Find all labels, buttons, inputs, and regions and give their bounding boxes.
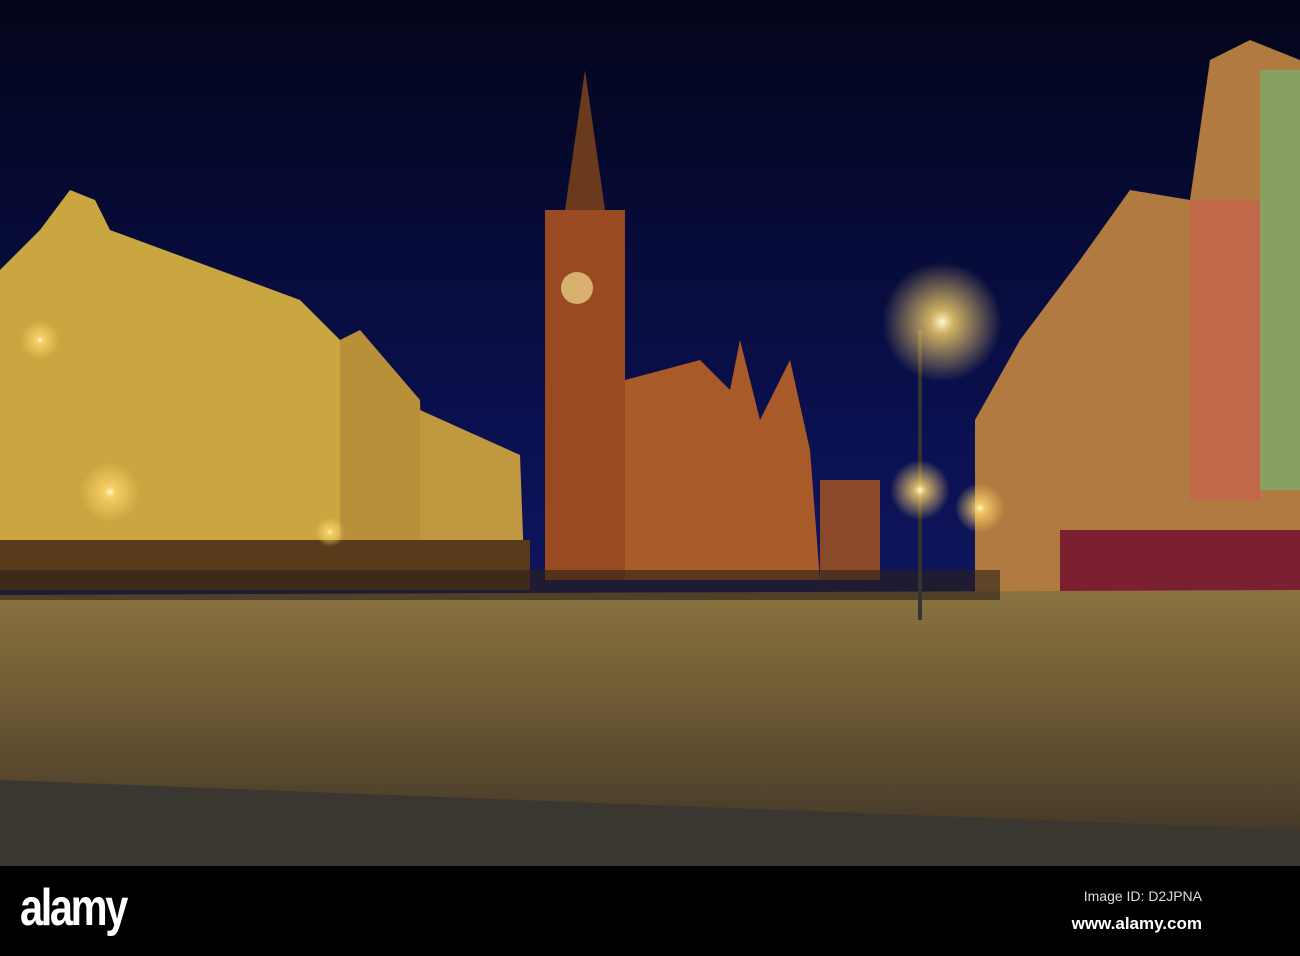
stock-footer: alamy Image ID: D2JPNA www.alamy.com	[0, 866, 1300, 956]
night-square-photo	[0, 0, 1300, 866]
photo-frame: alamy Image ID: D2JPNA www.alamy.com	[0, 0, 1300, 956]
alamy-logo: alamy	[20, 879, 128, 937]
website-link: www.alamy.com	[1071, 914, 1202, 933]
image-id: Image ID: D2JPNA	[1083, 888, 1202, 904]
